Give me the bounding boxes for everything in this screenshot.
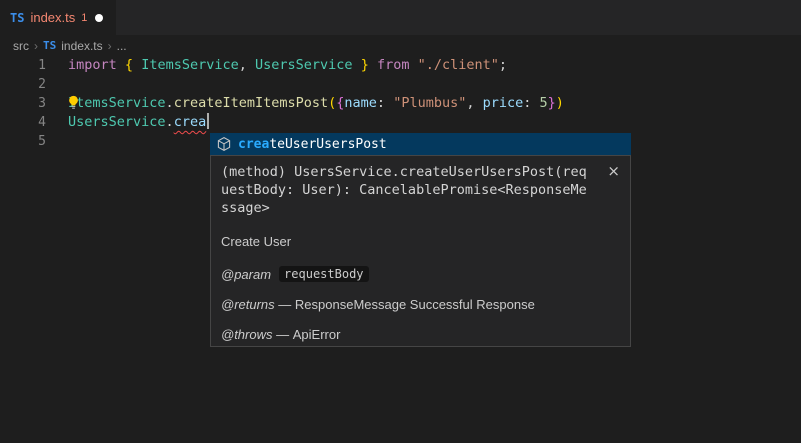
code-line-3[interactable]: 3ItemsService.createItemItemsPost({name:… xyxy=(0,94,801,113)
tab-bar: TS index.ts 1 xyxy=(0,0,801,35)
symbol-method-cube-icon xyxy=(216,136,232,152)
code-line-2[interactable]: 2 xyxy=(0,75,801,94)
line-content xyxy=(46,132,68,151)
typescript-file-icon: TS xyxy=(10,11,24,25)
docs-description: Create User xyxy=(221,234,620,249)
breadcrumb: src › TS index.ts ›... xyxy=(0,35,801,56)
docs-tag-throws: @throws — ApiError xyxy=(221,327,620,342)
param-name-chip: requestBody xyxy=(279,266,368,282)
line-number: 1 xyxy=(0,56,46,75)
line-content xyxy=(46,75,68,94)
breadcrumb-separator-icon: › xyxy=(108,39,112,53)
suggestion-item-createUserUsersPost[interactable]: createUserUsersPost xyxy=(210,133,631,155)
docs-tag-param: @paramrequestBody xyxy=(221,266,620,282)
text-cursor xyxy=(207,113,209,129)
docs-tag-returns: @returns — ResponseMessage Successful Re… xyxy=(221,297,620,312)
close-icon[interactable]: × xyxy=(607,164,620,178)
breadcrumb-label: ... xyxy=(117,39,127,53)
line-number: 4 xyxy=(0,113,46,132)
suggestion-label: createUserUsersPost xyxy=(238,137,387,152)
line-number: 2 xyxy=(0,75,46,94)
quick-fix-lightbulb-icon[interactable] xyxy=(66,95,82,111)
line-content: UsersService.crea xyxy=(46,113,209,132)
code-line-1[interactable]: 1import { ItemsService, UsersService } f… xyxy=(0,56,801,75)
breadcrumb-segment-src[interactable]: src xyxy=(13,39,29,53)
code-line-4[interactable]: 4UsersService.crea xyxy=(0,113,801,132)
line-number: 5 xyxy=(0,132,46,151)
tab-error-count-badge: 1 xyxy=(81,12,87,24)
breadcrumb-segment-indexts[interactable]: TS index.ts xyxy=(43,39,103,53)
line-content: import { ItemsService, UsersService } fr… xyxy=(46,56,507,75)
breadcrumb-segment-[interactable]: ... xyxy=(117,39,127,53)
breadcrumb-separator-icon: › xyxy=(34,39,38,53)
typescript-file-icon: TS xyxy=(43,39,56,52)
breadcrumb-label: src xyxy=(13,39,29,53)
tab-index-ts[interactable]: TS index.ts 1 xyxy=(0,0,116,35)
suggestion-docs-panel: × (method) UsersService.createUserUsersP… xyxy=(210,155,631,347)
tab-filename: index.ts xyxy=(30,10,75,25)
breadcrumb-label: index.ts xyxy=(61,39,102,53)
intellisense-suggest-widget: createUserUsersPost × (method) UsersServ… xyxy=(210,133,631,347)
line-number: 3 xyxy=(0,94,46,113)
line-content: ItemsService.createItemItemsPost({name: … xyxy=(46,94,564,113)
unsaved-changes-dot-icon[interactable] xyxy=(95,14,103,22)
method-signature: (method) UsersService.createUserUsersPos… xyxy=(221,163,589,217)
